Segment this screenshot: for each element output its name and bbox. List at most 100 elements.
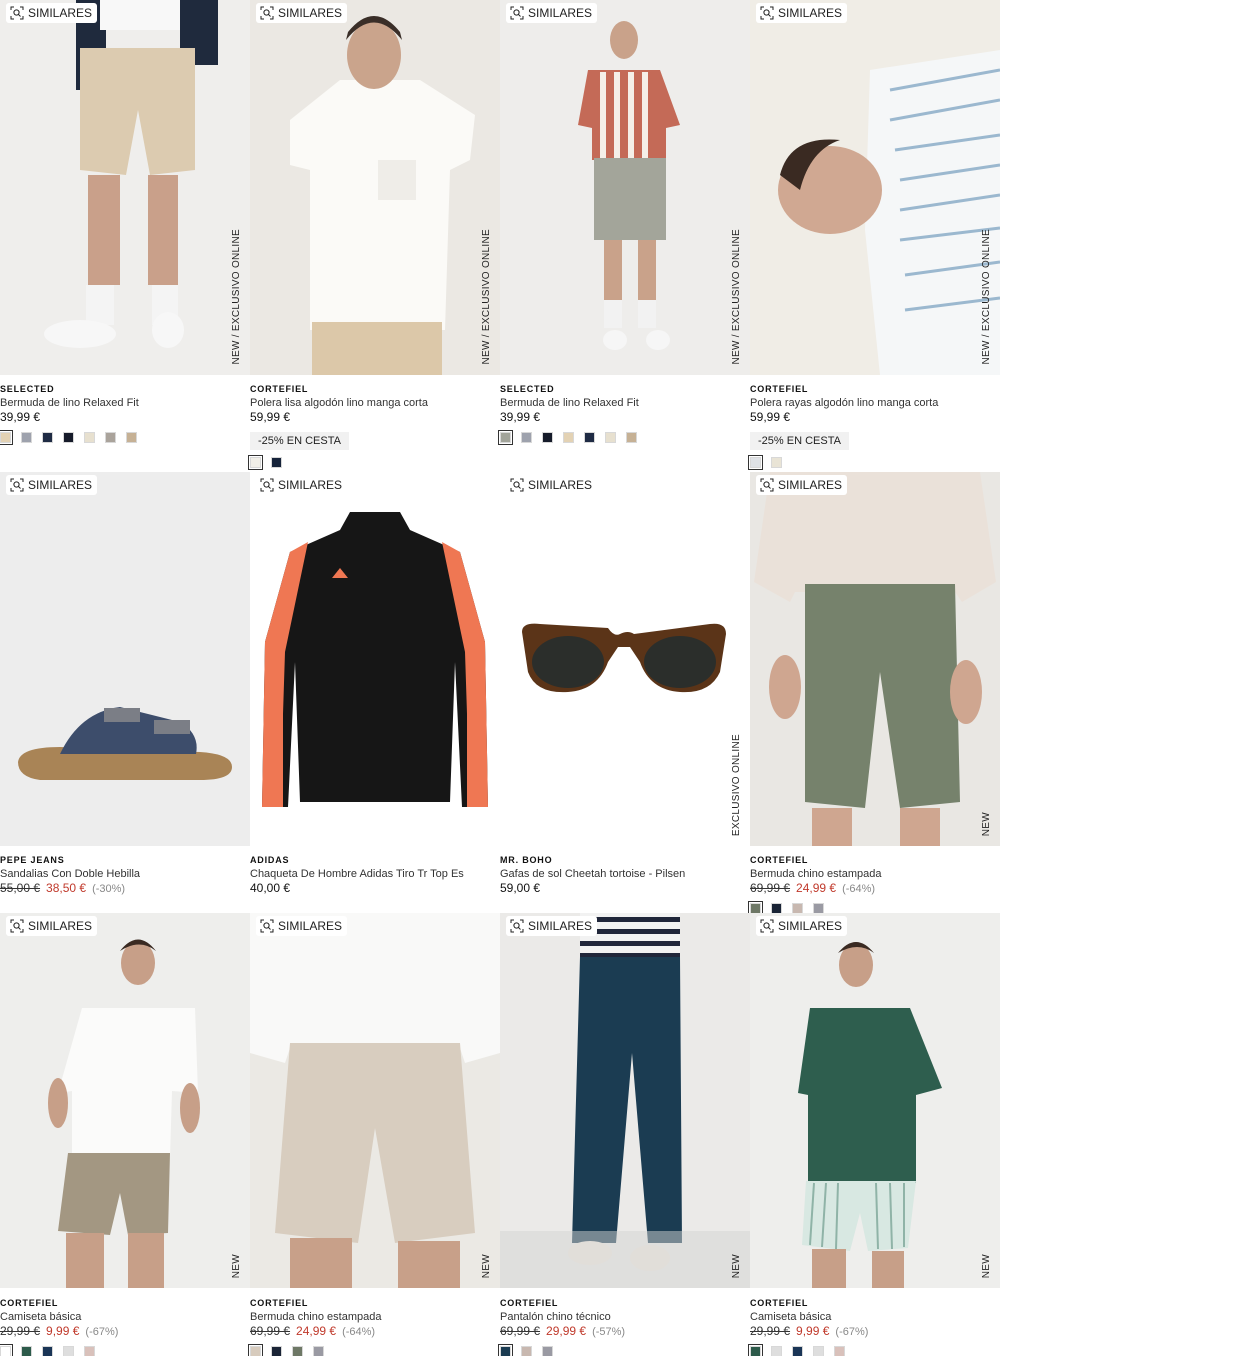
product-image[interactable]: SIMILARES NEW / EXCLUSIVO ONLINE — [250, 0, 500, 375]
color-swatch[interactable] — [563, 432, 574, 443]
color-swatch[interactable] — [542, 432, 553, 443]
color-swatch[interactable] — [834, 1346, 845, 1356]
similar-label: SIMILARES — [528, 6, 593, 20]
color-swatch[interactable] — [313, 1346, 324, 1356]
product-card[interactable]: SIMILARES NEW / EXCLUSIVO ONLINE CORTEFI… — [248, 0, 500, 472]
color-swatch[interactable] — [498, 1344, 513, 1356]
product-name[interactable]: Camiseta básica — [0, 1310, 250, 1324]
product-name[interactable]: Gafas de sol Cheetah tortoise - Pilsen — [500, 867, 750, 881]
color-swatch[interactable] — [771, 1346, 782, 1356]
color-swatch[interactable] — [771, 457, 782, 468]
product-price: 29,99 € 9,99 € (-67%) — [0, 1324, 250, 1339]
color-swatch[interactable] — [21, 432, 32, 443]
similar-label: SIMILARES — [278, 6, 343, 20]
product-card[interactable]: SIMILARES NEW CORTEFIEL Camiseta básica … — [748, 913, 1000, 1356]
color-swatch[interactable] — [271, 1346, 282, 1356]
price-value: 59,99 € — [250, 410, 291, 424]
product-image[interactable]: SIMILARES NEW — [0, 913, 250, 1288]
product-card[interactable]: SIMILARES PEPE JEANS Sandalias Con Doble… — [0, 472, 250, 913]
color-swatch[interactable] — [248, 1344, 263, 1356]
product-name[interactable]: Polera rayas algodón lino manga corta — [750, 396, 1000, 410]
similar-label: SIMILARES — [278, 478, 343, 492]
color-swatch[interactable] — [521, 1346, 532, 1356]
product-tag: NEW / EXCLUSIVO ONLINE — [231, 229, 242, 365]
color-swatch[interactable] — [521, 432, 532, 443]
color-swatch[interactable] — [584, 432, 595, 443]
color-swatch[interactable] — [63, 432, 74, 443]
similar-button[interactable]: SIMILARES — [756, 475, 848, 495]
color-swatch[interactable] — [271, 457, 282, 468]
price-value: 39,99 € — [500, 410, 541, 424]
color-swatch[interactable] — [748, 1344, 763, 1356]
product-card[interactable]: SIMILARES NEW CORTEFIEL Bermuda chino es… — [248, 913, 500, 1356]
similar-button[interactable]: SIMILARES — [756, 3, 848, 23]
product-image[interactable]: SIMILARES NEW / EXCLUSIVO ONLINE — [500, 0, 750, 375]
color-swatch[interactable] — [0, 430, 13, 445]
similar-button[interactable]: SIMILARES — [6, 475, 98, 495]
color-swatch[interactable] — [105, 432, 116, 443]
similar-button[interactable]: SIMILARES — [256, 916, 348, 936]
product-card[interactable]: SIMILARES NEW / EXCLUSIVO ONLINE SELECTE… — [0, 0, 250, 472]
product-name[interactable]: Bermuda chino estampada — [750, 867, 1000, 881]
similar-button[interactable]: SIMILARES — [506, 3, 598, 23]
similar-button[interactable]: SIMILARES — [506, 475, 598, 495]
similar-button[interactable]: SIMILARES — [6, 3, 98, 23]
product-card[interactable]: SIMILARES NEW CORTEFIEL Bermuda chino es… — [748, 472, 1000, 916]
product-name[interactable]: Sandalias Con Doble Hebilla — [0, 867, 250, 881]
product-name[interactable]: Bermuda de lino Relaxed Fit — [500, 396, 750, 410]
similar-button[interactable]: SIMILARES — [506, 916, 598, 936]
color-swatch[interactable] — [248, 455, 263, 470]
product-row: SIMILARES NEW / EXCLUSIVO ONLINE SELECTE… — [0, 0, 1000, 472]
color-swatch[interactable] — [542, 1346, 553, 1356]
product-name[interactable]: Bermuda chino estampada — [250, 1310, 500, 1324]
product-image[interactable]: SIMILARES — [0, 472, 250, 846]
product-card[interactable]: SIMILARES NEW / EXCLUSIVO ONLINE CORTEFI… — [748, 0, 1000, 472]
color-swatch[interactable] — [792, 1346, 803, 1356]
color-swatch[interactable] — [605, 432, 616, 443]
color-swatch[interactable] — [292, 1346, 303, 1356]
product-brand: MR. BOHO — [500, 855, 553, 865]
product-card[interactable]: SIMILARES ADIDAS Chaqueta De Hombre Adid… — [250, 472, 500, 913]
product-name[interactable]: Chaqueta De Hombre Adidas Tiro Tr Top Es — [250, 867, 500, 881]
color-swatch[interactable] — [126, 432, 137, 443]
discount-percent: (-64%) — [842, 883, 876, 895]
product-image[interactable]: SIMILARES NEW / EXCLUSIVO ONLINE — [750, 0, 1000, 375]
product-name[interactable]: Polera lisa algodón lino manga corta — [250, 396, 500, 410]
color-swatch[interactable] — [748, 455, 763, 470]
product-image[interactable]: SIMILARES — [250, 472, 500, 846]
product-image[interactable]: SIMILARES NEW — [750, 913, 1000, 1288]
similar-button[interactable]: SIMILARES — [756, 916, 848, 936]
product-image[interactable]: SIMILARES NEW — [750, 472, 1000, 846]
product-card[interactable]: SIMILARES NEW / EXCLUSIVO ONLINE SELECTE… — [498, 0, 750, 472]
color-swatch[interactable] — [498, 430, 513, 445]
visual-search-icon — [510, 6, 524, 20]
color-swatch[interactable] — [84, 1346, 95, 1356]
product-image[interactable]: SIMILARES NEW — [250, 913, 500, 1288]
color-swatch[interactable] — [626, 432, 637, 443]
product-card[interactable]: SIMILARES NEW CORTEFIEL Camiseta básica … — [0, 913, 250, 1356]
product-image[interactable]: SIMILARES EXCLUSIVO ONLINE — [500, 472, 750, 846]
product-name[interactable]: Pantalón chino técnico — [500, 1310, 750, 1324]
product-image[interactable]: SIMILARES NEW — [500, 913, 750, 1288]
product-card[interactable]: SIMILARES EXCLUSIVO ONLINE MR. BOHO Gafa… — [500, 472, 750, 913]
color-swatch[interactable] — [84, 432, 95, 443]
color-swatch[interactable] — [813, 1346, 824, 1356]
product-name[interactable]: Bermuda de lino Relaxed Fit — [0, 396, 250, 410]
color-swatch[interactable] — [42, 1346, 53, 1356]
product-price: 40,00 € — [250, 881, 500, 896]
similar-button[interactable]: SIMILARES — [256, 3, 348, 23]
color-swatches — [248, 455, 500, 470]
product-brand: CORTEFIEL — [750, 384, 809, 394]
product-image[interactable]: SIMILARES NEW / EXCLUSIVO ONLINE — [0, 0, 250, 375]
product-card[interactable]: SIMILARES NEW CORTEFIEL Pantalón chino t… — [498, 913, 750, 1356]
color-swatch[interactable] — [21, 1346, 32, 1356]
product-info: CORTEFIEL Polera lisa algodón lino manga… — [248, 383, 500, 470]
color-swatch[interactable] — [0, 1344, 13, 1356]
old-price: 29,99 € — [750, 1324, 791, 1338]
sale-price: 9,99 € — [796, 1324, 830, 1338]
similar-button[interactable]: SIMILARES — [6, 916, 98, 936]
similar-button[interactable]: SIMILARES — [256, 475, 348, 495]
product-name[interactable]: Camiseta básica — [750, 1310, 1000, 1324]
color-swatch[interactable] — [63, 1346, 74, 1356]
color-swatch[interactable] — [42, 432, 53, 443]
